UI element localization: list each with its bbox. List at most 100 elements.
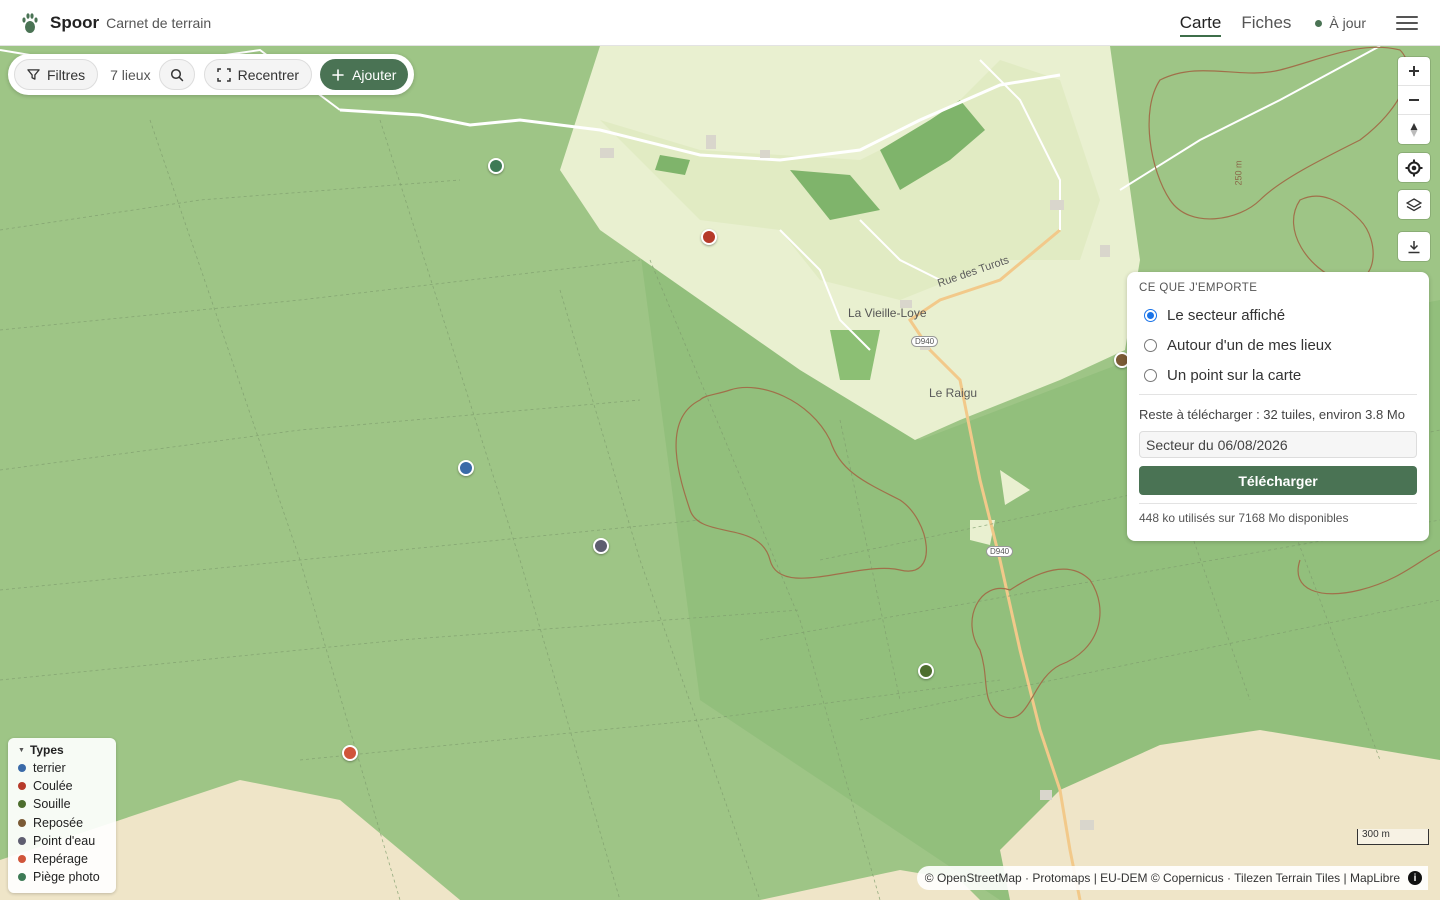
top-bar: Spoor Carnet de terrain Carte Fiches À j… bbox=[0, 0, 1440, 46]
legend-dot bbox=[18, 855, 26, 864]
geolocate-control bbox=[1398, 153, 1430, 182]
map-marker[interactable] bbox=[488, 158, 504, 174]
filter-icon bbox=[27, 69, 40, 80]
paw-print-icon bbox=[22, 12, 38, 33]
search-button[interactable] bbox=[158, 59, 195, 90]
plus-icon bbox=[332, 68, 344, 81]
download-icon bbox=[1408, 240, 1420, 253]
map-marker[interactable] bbox=[458, 460, 474, 476]
layers-button[interactable] bbox=[1398, 190, 1430, 219]
layers-control bbox=[1398, 190, 1430, 219]
legend-item: terrier bbox=[18, 759, 106, 777]
radio-label: Le secteur affiché bbox=[1167, 306, 1286, 324]
legend-dot bbox=[18, 800, 26, 809]
radio-option-around-place[interactable]: Autour d'un de mes lieux bbox=[1139, 330, 1417, 360]
hamburger-icon-line bbox=[1396, 22, 1418, 24]
menu-button[interactable] bbox=[1396, 0, 1418, 46]
minus-icon bbox=[1409, 99, 1419, 101]
main-nav: Carte Fiches À jour bbox=[1179, 0, 1440, 46]
fullscreen-icon bbox=[216, 67, 231, 82]
plus-icon bbox=[1409, 66, 1419, 76]
legend-item: Souille bbox=[18, 795, 106, 813]
map-marker[interactable] bbox=[701, 229, 717, 245]
legend-dot bbox=[18, 782, 26, 791]
filters-label: Filtres bbox=[47, 66, 86, 83]
app-name: Spoor bbox=[50, 12, 100, 32]
area-name-input[interactable] bbox=[1139, 431, 1417, 458]
map-marker[interactable] bbox=[342, 745, 358, 761]
add-button[interactable]: Ajouter bbox=[320, 59, 409, 90]
legend-item: Repérage bbox=[18, 850, 106, 868]
tab-fiches[interactable]: Fiches bbox=[1241, 0, 1291, 46]
app-subtitle: Carnet de terrain bbox=[106, 14, 212, 31]
legend-label: Point d'eau bbox=[33, 833, 96, 848]
legend-dot bbox=[18, 836, 26, 845]
download-button[interactable] bbox=[1398, 232, 1430, 261]
zoom-out-button[interactable] bbox=[1398, 86, 1430, 115]
road-shield: D940 bbox=[911, 336, 939, 347]
legend-item: Point d'eau bbox=[18, 832, 106, 850]
legend-dot bbox=[18, 873, 26, 882]
recenter-button[interactable]: Recentrer bbox=[203, 59, 313, 90]
map-attribution: © OpenStreetMap · Protomaps | EU-DEM © C… bbox=[916, 866, 1428, 890]
map-marker[interactable] bbox=[593, 538, 609, 554]
download-submit-button[interactable]: Télécharger bbox=[1139, 466, 1417, 495]
search-icon bbox=[170, 68, 183, 81]
legend-label: Coulée bbox=[33, 779, 73, 794]
hamburger-icon-line bbox=[1396, 28, 1418, 30]
sync-status-label: À jour bbox=[1329, 15, 1366, 31]
map-toolbar: Filtres 7 lieux Recentrer Ajouter bbox=[8, 54, 415, 95]
legend-title: Types bbox=[29, 743, 64, 757]
radio-label: Autour d'un de mes lieux bbox=[1167, 336, 1332, 354]
place-count: 7 lieux bbox=[110, 66, 151, 83]
legend-item: Reposée bbox=[18, 814, 106, 832]
offline-export-panel: CE QUE J'EMPORTE Le secteur affiché Auto… bbox=[1127, 272, 1429, 541]
types-legend: ▼ Types terrier Coulée Souille Reposée P… bbox=[8, 738, 116, 893]
radio-button[interactable] bbox=[1144, 308, 1157, 322]
filters-button[interactable]: Filtres bbox=[14, 59, 99, 90]
recenter-label: Recentrer bbox=[237, 66, 300, 83]
legend-dot bbox=[18, 818, 26, 827]
sync-status: À jour bbox=[1315, 15, 1366, 31]
scale-bar: 300 m bbox=[1357, 829, 1429, 845]
legend-label: Repérage bbox=[33, 852, 88, 867]
remaining-download-text: Reste à télécharger : 32 tuiles, environ… bbox=[1139, 407, 1405, 422]
legend-label: Reposée bbox=[33, 815, 84, 830]
divider bbox=[1139, 394, 1417, 395]
crosshair-icon bbox=[1405, 159, 1423, 176]
panel-title: CE QUE J'EMPORTE bbox=[1139, 282, 1258, 294]
radio-option-map-point[interactable]: Un point sur la carte bbox=[1139, 360, 1417, 390]
legend-dot bbox=[18, 764, 26, 773]
geolocate-button[interactable] bbox=[1398, 153, 1430, 182]
radio-label: Un point sur la carte bbox=[1167, 366, 1302, 384]
contour-label: 250 m bbox=[1233, 160, 1244, 186]
legend-label: Piège photo bbox=[33, 870, 100, 885]
brand: Spoor Carnet de terrain bbox=[20, 12, 211, 34]
zoom-in-button[interactable] bbox=[1398, 57, 1430, 86]
zoom-controls bbox=[1398, 57, 1430, 144]
compass-button[interactable] bbox=[1398, 115, 1430, 144]
legend-label: Souille bbox=[33, 797, 71, 812]
legend-item: Piège photo bbox=[18, 868, 106, 886]
layers-icon bbox=[1406, 197, 1422, 211]
legend-item: Coulée bbox=[18, 777, 106, 795]
legend-header[interactable]: ▼ Types bbox=[18, 743, 106, 757]
info-icon[interactable]: i bbox=[1408, 871, 1422, 885]
village-label: La Vieille-Loye bbox=[848, 306, 927, 320]
radio-option-displayed-area[interactable]: Le secteur affiché bbox=[1139, 300, 1417, 330]
compass-icon bbox=[1410, 122, 1418, 137]
road-shield: D940 bbox=[986, 546, 1014, 557]
radio-button[interactable] bbox=[1144, 338, 1157, 352]
radio-button[interactable] bbox=[1144, 368, 1157, 382]
caret-down-icon: ▼ bbox=[18, 746, 25, 754]
village-label: Le Raigu bbox=[929, 386, 978, 400]
add-label: Ajouter bbox=[352, 66, 397, 83]
tab-carte[interactable]: Carte bbox=[1179, 0, 1221, 46]
hamburger-icon bbox=[1396, 16, 1418, 18]
attribution-text[interactable]: © OpenStreetMap · Protomaps | EU-DEM © C… bbox=[925, 871, 1400, 885]
sync-dot-icon bbox=[1315, 19, 1323, 27]
storage-usage: 448 ko utilisés sur 7168 Mo disponibles bbox=[1139, 503, 1417, 525]
legend-label: terrier bbox=[33, 761, 66, 776]
download-control bbox=[1398, 232, 1430, 261]
map-marker[interactable] bbox=[918, 663, 934, 679]
